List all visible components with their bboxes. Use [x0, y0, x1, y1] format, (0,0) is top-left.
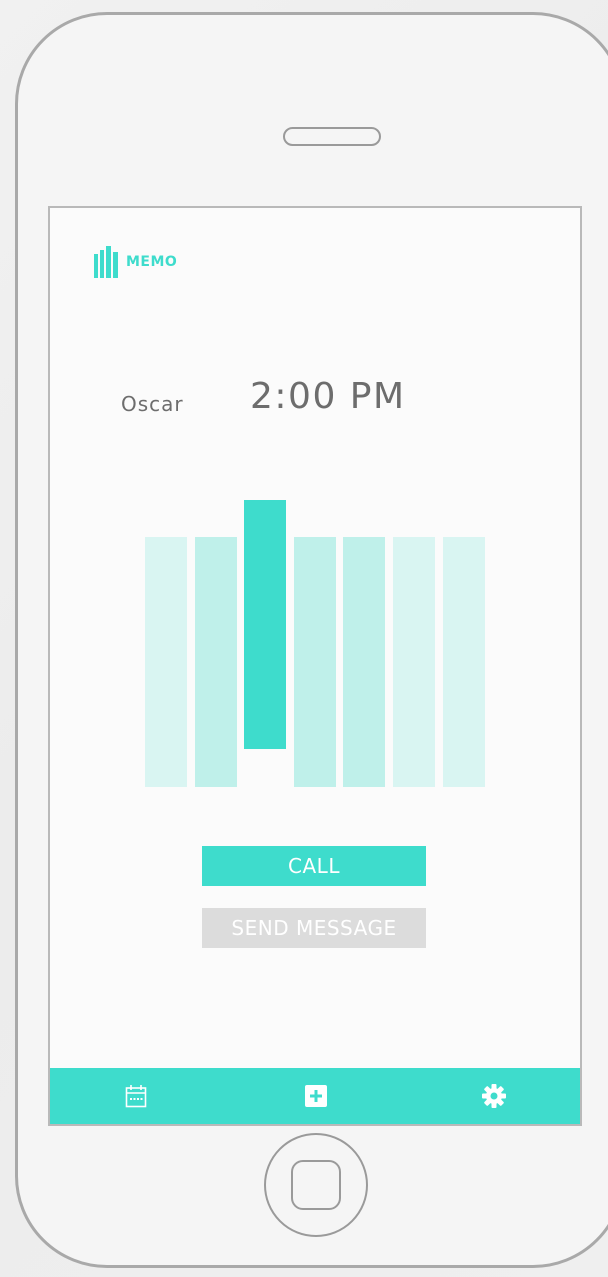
reminder-time: 2:00 PM	[250, 376, 406, 417]
day-bars	[50, 208, 580, 1124]
day-bar-selected[interactable]	[244, 500, 287, 749]
day-bar[interactable]	[194, 537, 237, 787]
day-bar[interactable]	[145, 537, 187, 787]
home-button[interactable]	[264, 1133, 368, 1237]
tab-add[interactable]	[300, 1080, 332, 1112]
day-bar[interactable]	[442, 537, 485, 787]
phone-speaker	[283, 127, 381, 146]
tab-settings[interactable]	[478, 1080, 510, 1112]
day-bar[interactable]	[393, 537, 435, 787]
call-button[interactable]: CALL	[202, 846, 426, 886]
tab-bar	[50, 1068, 580, 1124]
day-bar[interactable]	[293, 537, 336, 787]
add-icon	[305, 1085, 327, 1107]
day-bar[interactable]	[343, 537, 386, 787]
logo-bars-icon	[94, 246, 118, 278]
calendar-icon	[125, 1085, 147, 1108]
home-button-icon	[291, 1160, 341, 1210]
app-title: MEMO	[126, 254, 178, 270]
send-message-button[interactable]: SEND MESSAGE	[202, 908, 426, 948]
contact-name: Oscar	[121, 392, 184, 416]
app-screen: MEMO Oscar 2:00 PM CALL SEND MESSAGE	[48, 206, 582, 1126]
app-logo: MEMO	[94, 246, 177, 278]
page: MEMO Oscar 2:00 PM CALL SEND MESSAGE	[0, 0, 608, 1277]
gear-icon	[482, 1084, 506, 1108]
tab-calendar[interactable]	[120, 1080, 152, 1112]
